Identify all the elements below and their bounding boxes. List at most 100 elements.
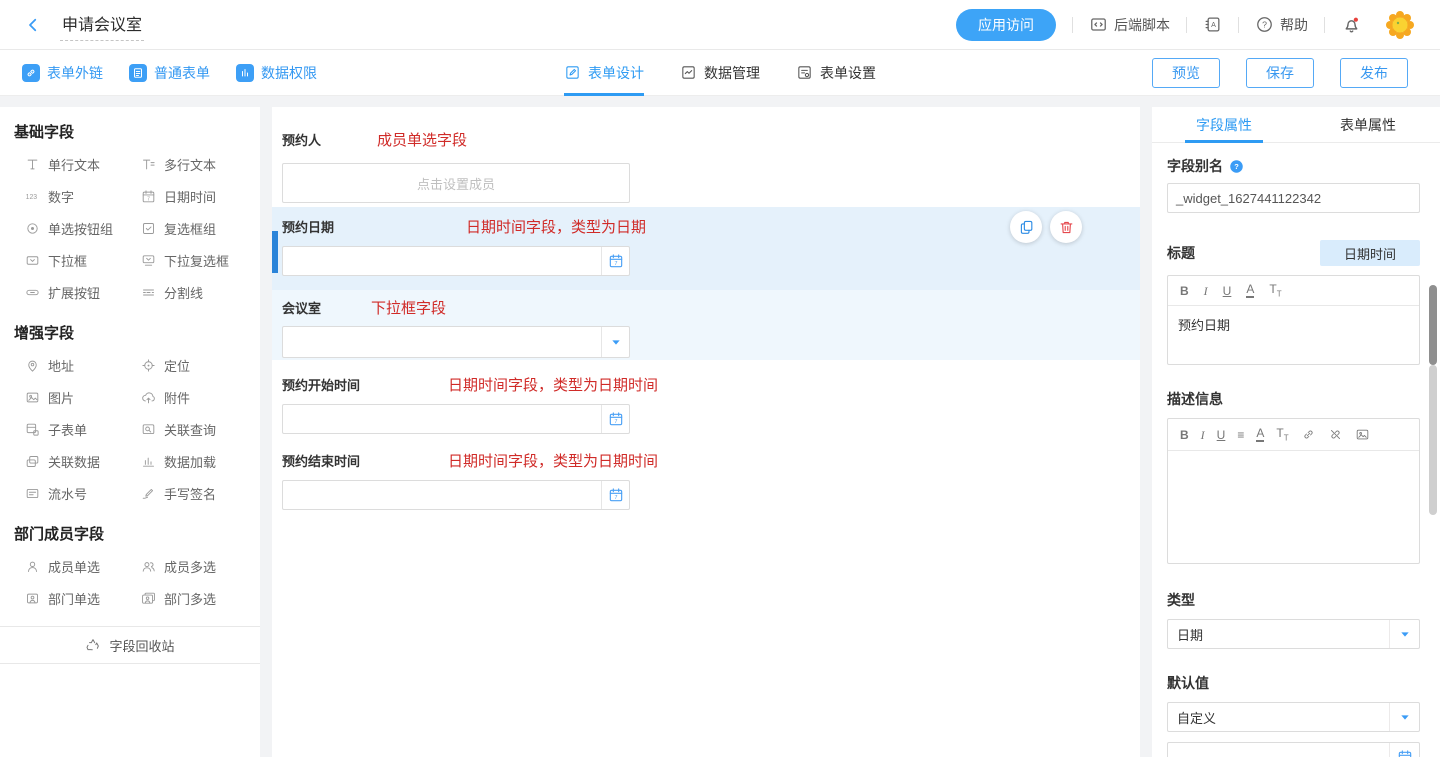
tab-field-properties[interactable]: 字段属性 — [1152, 107, 1296, 142]
form-external-link-button[interactable]: 表单外链 — [22, 63, 103, 83]
help-circle-icon[interactable]: ? — [1229, 159, 1244, 174]
sidebar-item-location[interactable]: 定位 — [130, 349, 260, 381]
sidebar-item-image[interactable]: 图片 — [0, 381, 130, 413]
divider — [1324, 17, 1325, 33]
calendar-icon[interactable]: 7 — [601, 481, 629, 509]
sidebar-item-attachment[interactable]: 附件 — [130, 381, 260, 413]
sidebar-item-linked-data[interactable]: 关联数据 — [0, 445, 130, 477]
notification-bell-icon[interactable] — [1341, 14, 1362, 35]
field-end-time[interactable]: 预约结束时间 日期时间字段，类型为日期时间 7 — [272, 441, 1140, 517]
sidebar-item-select[interactable]: 下拉框 — [0, 244, 130, 276]
linked-data-icon — [24, 454, 40, 469]
title-editor[interactable]: B I U A TT 预约日期 — [1167, 275, 1420, 365]
app-access-button[interactable]: 应用访问 — [956, 9, 1056, 41]
tab-form-design[interactable]: 表单设计 — [564, 50, 644, 96]
field-reservation-date[interactable]: 预约日期 日期时间字段，类型为日期 7 — [272, 207, 1140, 290]
align-icon[interactable]: ≡ — [1237, 429, 1244, 441]
field-reservation-person[interactable]: 预约人 成员单选字段 点击设置成员 — [272, 119, 1140, 207]
unlink-icon[interactable] — [1328, 427, 1343, 442]
underline-icon[interactable]: U — [1223, 285, 1232, 297]
panel-scrollbar-track[interactable] — [1429, 365, 1437, 515]
font-size-icon[interactable]: TT — [1276, 427, 1288, 442]
field-alias-input[interactable]: _widget_1627441122342 — [1167, 183, 1420, 213]
sidebar-item-subform[interactable]: 子表单 — [0, 413, 130, 445]
user-avatar[interactable] — [1384, 9, 1416, 41]
sidebar-item-datetime[interactable]: 7 日期时间 — [130, 180, 260, 212]
backend-script-button[interactable]: 后端脚本 — [1089, 15, 1170, 35]
field-meeting-room[interactable]: 会议室 下拉框字段 — [272, 290, 1140, 360]
divider-line-icon — [140, 285, 156, 300]
calendar-icon[interactable]: 7 — [601, 405, 629, 433]
sidebar-item-dept-multi[interactable]: 部门多选 — [130, 582, 260, 614]
italic-icon[interactable]: I — [1201, 429, 1205, 441]
sidebar-item-data-load[interactable]: 数据加载 — [130, 445, 260, 477]
tab-form-settings-label: 表单设置 — [820, 63, 876, 83]
tab-data-manage[interactable]: 数据管理 — [680, 50, 760, 96]
meeting-room-select[interactable] — [282, 326, 630, 358]
delete-field-button[interactable] — [1050, 211, 1082, 243]
preview-button[interactable]: 预览 — [1152, 58, 1220, 88]
sidebar-item-lookup-query[interactable]: 关联查询 — [130, 413, 260, 445]
back-icon[interactable] — [24, 16, 42, 34]
sidebar-item-divider[interactable]: 分割线 — [130, 276, 260, 308]
member-picker-input[interactable]: 点击设置成员 — [282, 163, 630, 203]
lookup-query-icon — [140, 422, 156, 437]
field-recycle-bin-button[interactable]: 字段回收站 — [0, 626, 260, 664]
panel-scrollbar-thumb[interactable] — [1429, 285, 1437, 365]
sidebar-item-multi-line-text[interactable]: 多行文本 — [130, 148, 260, 180]
section-title-basic-fields: 基础字段 — [0, 107, 260, 148]
bold-icon[interactable]: B — [1180, 429, 1189, 441]
sidebar-item-handwritten-signature[interactable]: 手写签名 — [130, 477, 260, 509]
italic-icon[interactable]: I — [1204, 285, 1208, 297]
default-value-select[interactable]: 自定义 — [1167, 702, 1420, 732]
description-editor-content[interactable] — [1168, 451, 1419, 563]
sidebar-item-member-single[interactable]: 成员单选 — [0, 550, 130, 582]
person-icon — [24, 559, 40, 574]
datetime-input[interactable]: 7 — [282, 404, 630, 434]
default-custom-date-input[interactable]: 7 — [1167, 742, 1420, 757]
image-icon[interactable] — [1355, 427, 1370, 442]
font-color-icon[interactable]: A — [1246, 283, 1254, 298]
chevron-down-icon[interactable] — [601, 327, 629, 357]
calendar-icon[interactable]: 7 — [601, 247, 629, 275]
sidebar-item-multi-select[interactable]: 下拉复选框 — [130, 244, 260, 276]
tab-form-properties[interactable]: 表单属性 — [1296, 107, 1440, 142]
type-select-value: 日期 — [1168, 625, 1389, 644]
font-size-icon[interactable]: TT — [1269, 283, 1281, 298]
datetime-input[interactable]: 7 — [282, 480, 630, 510]
bold-icon[interactable]: B — [1180, 285, 1189, 297]
address-book-button[interactable]: A — [1203, 15, 1222, 34]
properties-panel: 字段属性 表单属性 字段别名 ? _widget_1627441122342 标… — [1152, 107, 1440, 757]
underline-icon[interactable]: U — [1217, 429, 1226, 441]
sidebar-item-serial-number[interactable]: 流水号 — [0, 477, 130, 509]
help-button[interactable]: ? 帮助 — [1255, 15, 1308, 35]
title-editor-content[interactable]: 预约日期 — [1168, 306, 1419, 364]
type-select[interactable]: 日期 — [1167, 619, 1420, 649]
sidebar-item-address[interactable]: 地址 — [0, 349, 130, 381]
date-input[interactable]: 7 — [282, 246, 630, 276]
sidebar-item-dept-single[interactable]: 部门单选 — [0, 582, 130, 614]
svg-text:7: 7 — [614, 419, 617, 425]
sidebar-item-checkbox-group[interactable]: 复选框组 — [130, 212, 260, 244]
sidebar-item-extend-button[interactable]: 扩展按钮 — [0, 276, 130, 308]
sidebar-item-number[interactable]: 123 数字 — [0, 180, 130, 212]
normal-form-button[interactable]: 普通表单 — [129, 63, 210, 83]
field-type-badge: 日期时间 — [1320, 240, 1420, 266]
field-start-time[interactable]: 预约开始时间 日期时间字段，类型为日期时间 7 — [272, 365, 1140, 441]
chevron-down-icon[interactable] — [1389, 620, 1419, 648]
publish-button[interactable]: 发布 — [1340, 58, 1408, 88]
description-editor[interactable]: B I U ≡ A TT — [1167, 418, 1420, 564]
multi-line-text-icon — [140, 157, 156, 172]
sidebar-item-single-line-text[interactable]: 单行文本 — [0, 148, 130, 180]
copy-field-button[interactable] — [1010, 211, 1042, 243]
calendar-icon[interactable]: 7 — [1389, 743, 1419, 757]
save-button[interactable]: 保存 — [1246, 58, 1314, 88]
link-icon[interactable] — [1301, 427, 1316, 442]
sidebar-item-member-multi[interactable]: 成员多选 — [130, 550, 260, 582]
page-title[interactable]: 申请会议室 — [60, 9, 144, 41]
sidebar-item-radio-group[interactable]: 单选按钮组 — [0, 212, 130, 244]
font-color-icon[interactable]: A — [1256, 427, 1264, 442]
chevron-down-icon[interactable] — [1389, 703, 1419, 731]
tab-form-settings[interactable]: 表单设置 — [796, 50, 876, 96]
data-permission-button[interactable]: 数据权限 — [236, 63, 317, 83]
